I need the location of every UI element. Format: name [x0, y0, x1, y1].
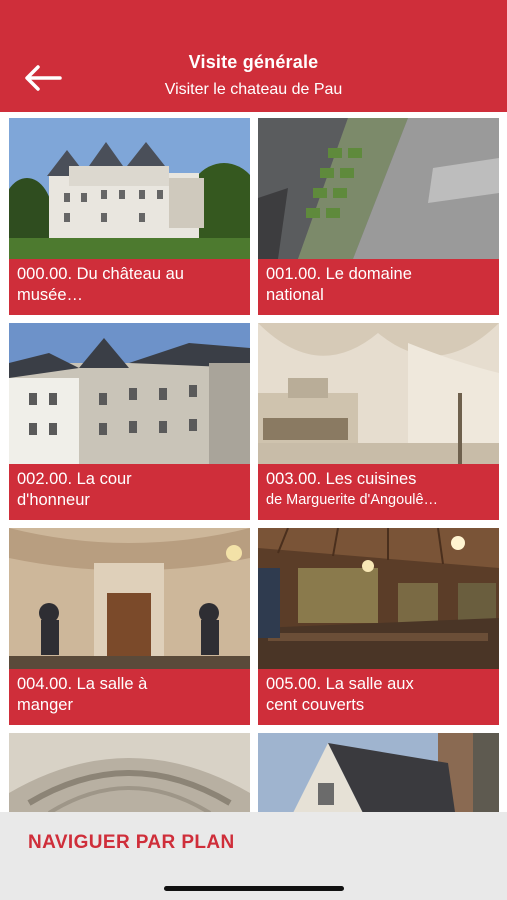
card-title-line1: 004.00. La salle à [17, 675, 148, 693]
card-label: 003.00. Les cuisines de Marguerite d'Ang… [266, 469, 493, 511]
tour-card-cuisines[interactable]: 003.00. Les cuisines de Marguerite d'Ang… [258, 323, 499, 520]
app-header: Visite générale Visiter le chateau de Pa… [0, 0, 507, 112]
card-image [9, 118, 250, 259]
card-label: 002.00. La cour d'honneur [17, 469, 244, 511]
tour-grid: 000.00. Du château au musée… 001.00. Le … [9, 118, 499, 812]
card-image [9, 528, 250, 669]
card-title-line1: 005.00. La salle aux [266, 675, 414, 693]
card-title-line2: national [266, 286, 324, 304]
page-title: Visite générale [188, 52, 319, 72]
tour-card-partial[interactable] [258, 733, 499, 812]
card-label: 004.00. La salle à manger [17, 674, 244, 716]
card-label: 005.00. La salle aux cent couverts [266, 674, 493, 716]
card-title-line2: manger [17, 696, 73, 714]
card-title-line2: de Marguerite d'Angoulê… [266, 492, 439, 508]
tour-card-partial[interactable] [9, 733, 250, 812]
card-title-line2: musée… [17, 286, 84, 304]
card-label: 001.00. Le domaine national [266, 264, 493, 306]
home-indicator[interactable] [164, 886, 344, 891]
navigate-by-map-button[interactable]: NAVIGUER PAR PLAN [28, 832, 235, 854]
tour-card-cent-couverts[interactable]: 005.00. La salle aux cent couverts [258, 528, 499, 725]
card-image [9, 733, 250, 812]
bottom-bar: NAVIGUER PAR PLAN [0, 812, 507, 900]
tour-card-salle-manger[interactable]: 004.00. La salle à manger [9, 528, 250, 725]
tour-card-chateau-musee[interactable]: 000.00. Du château au musée… [9, 118, 250, 315]
tour-card-cour-honneur[interactable]: 002.00. La cour d'honneur [9, 323, 250, 520]
card-image [258, 118, 499, 259]
card-image [9, 323, 250, 464]
card-title-line1: 002.00. La cour [17, 470, 132, 488]
card-title-line1: 003.00. Les cuisines [266, 470, 417, 488]
card-image [258, 528, 499, 669]
card-title-line1: 001.00. Le domaine [266, 265, 412, 283]
card-image [258, 323, 499, 464]
card-title-line2: cent couverts [266, 696, 365, 714]
card-image [258, 733, 499, 812]
card-title-line1: 000.00. Du château au [17, 265, 184, 283]
card-title-line2: d'honneur [17, 491, 90, 509]
tour-card-domaine-national[interactable]: 001.00. Le domaine national [258, 118, 499, 315]
page-subtitle: Visiter le chateau de Pau [164, 81, 343, 98]
card-label: 000.00. Du château au musée… [17, 264, 244, 306]
